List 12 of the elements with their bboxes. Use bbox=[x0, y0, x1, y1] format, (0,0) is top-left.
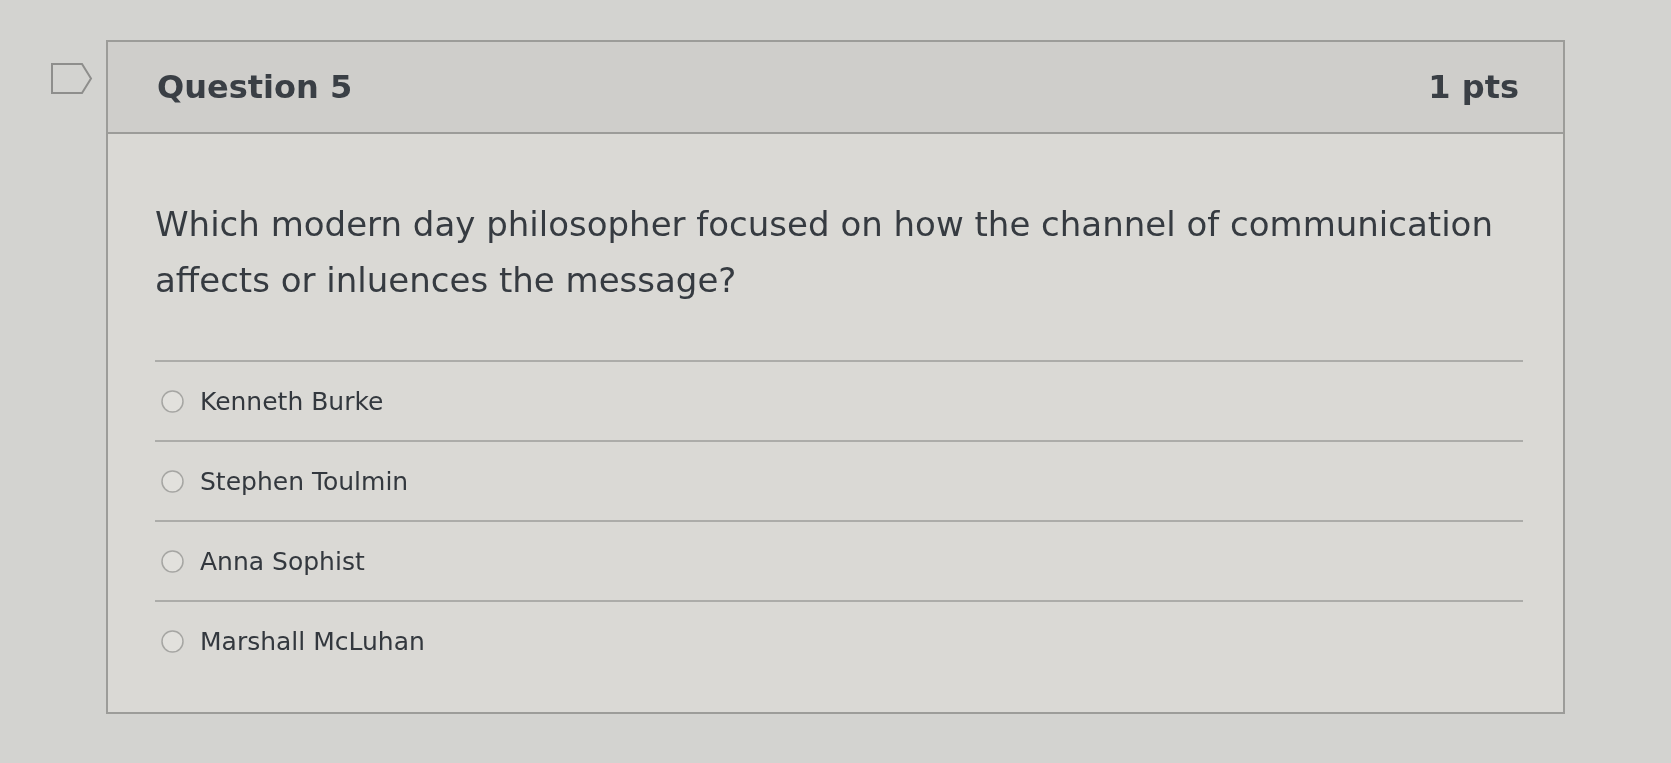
tag-icon[interactable] bbox=[50, 62, 93, 95]
radio-button[interactable] bbox=[161, 389, 184, 413]
answer-label[interactable]: Stephen Toulmin bbox=[200, 466, 409, 496]
question-title: Question 5 bbox=[157, 68, 353, 106]
answer-label[interactable]: Marshall McLuhan bbox=[200, 626, 425, 656]
points-label: 1 pts bbox=[1428, 68, 1519, 106]
answer-label[interactable]: Kenneth Burke bbox=[200, 386, 384, 416]
radio-button[interactable] bbox=[161, 469, 184, 493]
radio-button[interactable] bbox=[161, 549, 184, 573]
question-text: Which modern day philosopher focused on how the channel of communication affects or inluences the message? bbox=[155, 203, 1494, 302]
radio-button[interactable] bbox=[161, 629, 184, 653]
answer-label[interactable]: Anna Sophist bbox=[200, 546, 365, 576]
